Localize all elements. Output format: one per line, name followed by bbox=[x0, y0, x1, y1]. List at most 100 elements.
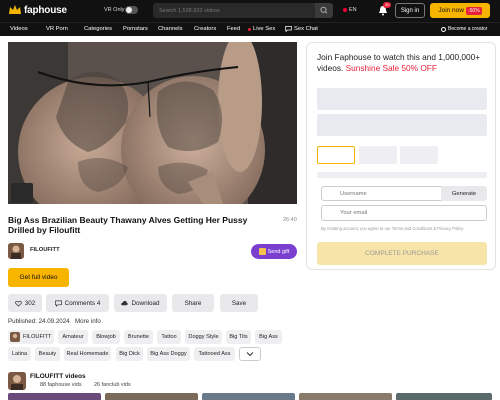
video-frame-image bbox=[8, 42, 297, 204]
flag-icon bbox=[343, 8, 347, 12]
top-bar: faphouse VR Only EN 30 Sign in Join now … bbox=[0, 0, 500, 22]
video-title: Big Ass Brazilian Beauty Thawany Alves G… bbox=[8, 215, 248, 235]
share-button[interactable]: Share bbox=[172, 294, 214, 312]
join-now-button[interactable]: Join now -50% bbox=[430, 3, 490, 18]
comments-label: Comments 4 bbox=[64, 299, 101, 307]
comments-button[interactable]: Comments 4 bbox=[46, 294, 109, 312]
divider-placeholder bbox=[317, 172, 487, 178]
search-button[interactable] bbox=[315, 3, 333, 18]
nav-pornstars[interactable]: Pornstars bbox=[123, 26, 148, 32]
avatar-image bbox=[8, 372, 26, 390]
crown-logo-icon bbox=[9, 5, 21, 14]
nav-sex-chat[interactable]: Sex Chat bbox=[285, 26, 318, 32]
tag-item[interactable]: Big Dick bbox=[116, 347, 143, 361]
live-dot-icon bbox=[248, 27, 251, 31]
vr-only-label: VR Only bbox=[104, 7, 125, 13]
tag-item[interactable]: Beauty bbox=[35, 347, 60, 361]
chevron-down-icon bbox=[246, 352, 254, 357]
fanclub-vids-count: 26 fanclub vids bbox=[94, 382, 131, 388]
notification-badge: 30 bbox=[383, 2, 392, 8]
payment-option-selected[interactable] bbox=[317, 146, 355, 164]
video-card-thumb[interactable] bbox=[8, 393, 101, 400]
become-creator-label: Become a creator bbox=[448, 26, 488, 32]
comment-icon bbox=[54, 300, 62, 307]
video-card-thumb[interactable] bbox=[396, 393, 492, 400]
nav-live-sex-label: Live Sex bbox=[253, 26, 276, 32]
faphouse-vids-count: 88 faphouse vids bbox=[40, 382, 82, 388]
tag-item[interactable]: Big Ass bbox=[255, 330, 282, 344]
tag-item[interactable]: Real Homemade bbox=[64, 347, 111, 361]
send-gift-label: Send gift bbox=[267, 248, 290, 255]
channel-videos-heading[interactable]: FILOUFITT videos bbox=[30, 373, 86, 380]
email-input[interactable] bbox=[321, 205, 487, 221]
tag-channel[interactable]: FILOUFITT bbox=[8, 330, 54, 344]
tag-item[interactable]: Doggy Style bbox=[185, 330, 222, 344]
chat-icon bbox=[285, 26, 292, 32]
tag-item[interactable]: Tattoo bbox=[157, 330, 181, 344]
main-nav: Videos VR Porn Categories Pornstars Chan… bbox=[0, 22, 500, 36]
terms-text[interactable]: By creating account, you agree to our Te… bbox=[321, 226, 487, 231]
tag-channel-avatar bbox=[10, 332, 20, 342]
signin-button[interactable]: Sign in bbox=[395, 3, 425, 18]
payment-option[interactable] bbox=[359, 146, 397, 164]
expand-tags-button[interactable] bbox=[239, 347, 261, 361]
download-label: Download bbox=[131, 299, 160, 307]
tag-item[interactable]: Amateur bbox=[58, 330, 88, 344]
search-input[interactable] bbox=[153, 3, 313, 18]
channel-videos-avatar[interactable] bbox=[8, 372, 26, 390]
join-panel-title: Join Faphouse to watch this and 1,000,00… bbox=[317, 52, 487, 73]
tag-item[interactable]: Big Tits bbox=[226, 330, 251, 344]
save-button[interactable]: Save bbox=[220, 294, 258, 312]
creator-icon bbox=[441, 26, 446, 32]
generate-button[interactable]: Generate bbox=[441, 186, 487, 201]
nav-creators[interactable]: Creators bbox=[194, 26, 216, 32]
send-gift-button[interactable]: Send gift bbox=[251, 244, 297, 259]
video-player[interactable] bbox=[8, 42, 297, 204]
nav-vr-porn[interactable]: VR Porn bbox=[46, 26, 68, 32]
join-now-label: Join now bbox=[438, 7, 464, 14]
tag-item[interactable]: Big Ass Doggy bbox=[147, 347, 190, 361]
nav-channels[interactable]: Channels bbox=[158, 26, 183, 32]
language-selector[interactable]: EN bbox=[343, 7, 357, 13]
tag-item[interactable]: Brunette bbox=[124, 330, 153, 344]
vr-only-toggle[interactable] bbox=[125, 6, 138, 14]
search-icon bbox=[320, 6, 328, 14]
discount-badge: -50% bbox=[465, 6, 482, 15]
nav-categories[interactable]: Categories bbox=[84, 26, 112, 32]
become-creator-link[interactable]: Become a creator bbox=[441, 26, 487, 32]
channel-name[interactable]: FILOUFITT bbox=[30, 247, 60, 253]
download-button[interactable]: Download bbox=[114, 294, 167, 312]
language-label: EN bbox=[349, 7, 357, 13]
like-button[interactable]: 302 bbox=[8, 294, 42, 312]
tag-label: FILOUFITT bbox=[23, 334, 52, 340]
sale-label: Sunshine Sale 50% OFF bbox=[345, 62, 437, 73]
video-card-thumb[interactable] bbox=[105, 393, 198, 400]
plan-placeholder bbox=[317, 114, 487, 136]
tag-item[interactable]: Tattooed Ass bbox=[194, 347, 235, 361]
plan-placeholder bbox=[317, 88, 487, 110]
channel-avatar[interactable] bbox=[8, 243, 24, 259]
gift-icon bbox=[258, 248, 266, 255]
video-card-thumb[interactable] bbox=[299, 393, 392, 400]
nav-videos[interactable]: Videos bbox=[10, 26, 28, 32]
more-info-link[interactable]: More info bbox=[75, 318, 101, 325]
complete-purchase-button[interactable]: COMPLETE PURCHASE bbox=[317, 242, 487, 265]
avatar-image bbox=[8, 243, 24, 259]
tag-item[interactable]: Blowjob bbox=[92, 330, 120, 344]
logo[interactable]: faphouse bbox=[8, 4, 67, 16]
like-count: 302 bbox=[24, 299, 36, 307]
payment-option[interactable] bbox=[400, 146, 438, 164]
nav-feed[interactable]: Feed bbox=[227, 26, 240, 32]
logo-text: faphouse bbox=[24, 4, 67, 16]
tag-item[interactable]: Latina bbox=[8, 347, 31, 361]
published-date: Published: 24.09.2024 bbox=[8, 318, 70, 325]
nav-sex-chat-label: Sex Chat bbox=[294, 26, 318, 32]
get-full-video-button[interactable]: Get full video bbox=[8, 268, 69, 287]
heart-icon bbox=[14, 300, 22, 307]
username-input[interactable] bbox=[321, 186, 441, 201]
nav-live-sex[interactable]: Live Sex bbox=[248, 26, 275, 32]
video-preview-thumb[interactable] bbox=[11, 183, 33, 203]
download-icon bbox=[121, 300, 129, 305]
search-bar bbox=[153, 3, 333, 18]
video-card-thumb[interactable] bbox=[202, 393, 295, 400]
